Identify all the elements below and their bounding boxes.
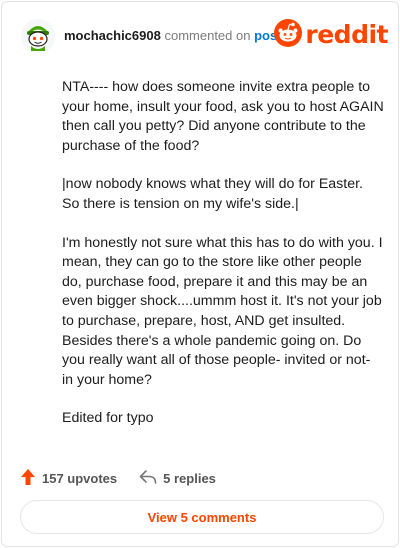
replies-button[interactable]: 5 replies (139, 469, 216, 488)
reply-arrow-icon (139, 469, 163, 488)
action-text: commented on (164, 28, 251, 43)
comment-card: mochachic6908 commented on post reddit N… (1, 1, 399, 547)
view-comments-label: View 5 comments (147, 509, 257, 525)
username-link[interactable]: mochachic6908 (64, 28, 161, 43)
comment-paragraph: Edited for typo (62, 410, 154, 427)
upvote-arrow-icon (20, 468, 42, 489)
reddit-logo[interactable]: reddit (274, 18, 388, 52)
comment-paragraph: I'm honestly not sure what this has to d… (62, 234, 383, 388)
comment-paragraph: NTA---- how does someone invite extra pe… (62, 79, 384, 154)
view-comments-button[interactable]: View 5 comments (20, 500, 384, 534)
reddit-snoo-icon (274, 18, 303, 52)
snoo-avatar-icon[interactable] (20, 18, 56, 54)
comment-body: NTA---- how does someone invite extra pe… (62, 78, 384, 448)
upvote-count: 157 upvotes (42, 470, 118, 486)
comment-header: mochachic6908 commented on post reddit (20, 18, 388, 54)
reply-count: 5 replies (163, 470, 216, 486)
reddit-wordmark: reddit (305, 20, 388, 49)
comment-actions: 157 upvotes 5 replies (20, 468, 216, 488)
upvote-button[interactable]: 157 upvotes (20, 468, 117, 489)
comment-meta: mochachic6908 commented on post (64, 28, 282, 44)
comment-paragraph: |now nobody knows what they will do for … (62, 176, 363, 212)
